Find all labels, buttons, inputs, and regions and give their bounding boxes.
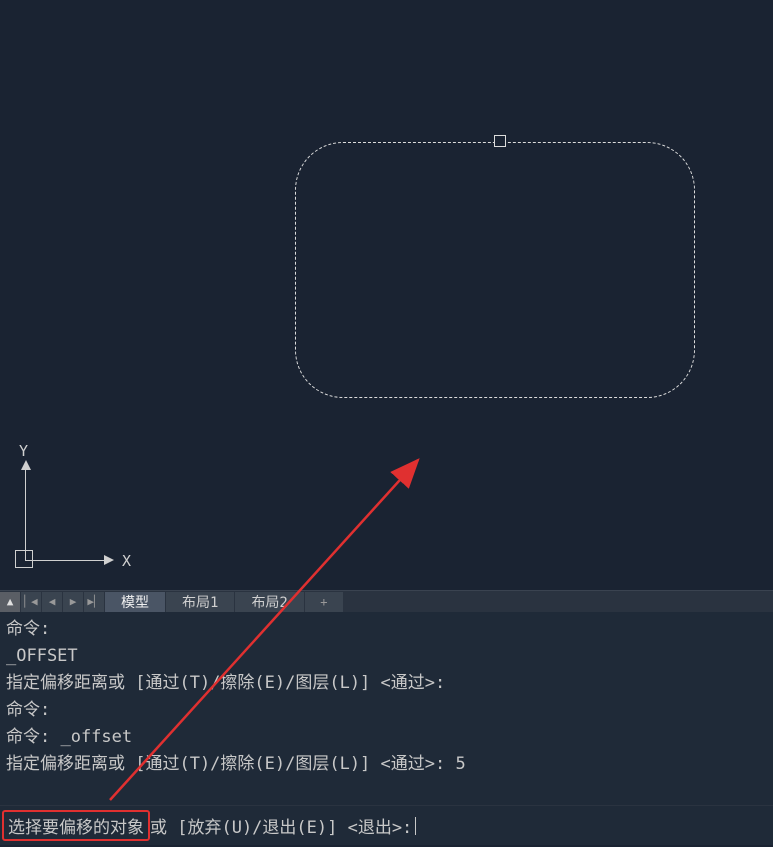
nav-first-button[interactable]: ▏◀	[21, 592, 42, 612]
tab-layout1[interactable]: 布局1	[166, 592, 235, 612]
command-history: 命令: _OFFSET 指定偏移距离或 [通过(T)/擦除(E)/图层(L)] …	[0, 612, 773, 805]
history-line: _OFFSET	[6, 643, 767, 670]
input-cursor-icon	[415, 817, 416, 835]
nav-next-button[interactable]: ▶	[63, 592, 84, 612]
nav-last-button[interactable]: ▶▏	[84, 592, 105, 612]
ucs-y-axis	[25, 465, 26, 560]
ucs-x-arrow-icon	[104, 555, 114, 565]
ucs-y-arrow-icon	[21, 460, 31, 470]
tab-nav-group: ▲ ▏◀ ◀ ▶ ▶▏	[0, 591, 105, 612]
prompt-highlighted: 选择要偏移的对象	[2, 810, 150, 841]
history-line: 命令:	[6, 697, 767, 724]
history-line: 指定偏移距离或 [通过(T)/擦除(E)/图层(L)] <通过>: 5	[6, 751, 767, 778]
selection-handle[interactable]	[494, 135, 506, 147]
history-line: 命令: _offset	[6, 724, 767, 751]
tab-model[interactable]: 模型	[105, 592, 166, 612]
history-line: 命令:	[6, 616, 767, 643]
command-input-area[interactable]: 选择要偏移的对象 或 [放弃(U)/退出(E)] <退出>:	[0, 805, 773, 845]
tab-layout2[interactable]: 布局2	[235, 592, 304, 612]
prompt-rest: 或 [放弃(U)/退出(E)] <退出>:	[150, 813, 412, 838]
ucs-x-label: X	[122, 552, 131, 570]
selected-rectangle[interactable]	[295, 142, 695, 398]
ucs-origin-box	[15, 550, 33, 568]
drawing-canvas[interactable]: Y X	[0, 0, 773, 590]
nav-up-button[interactable]: ▲	[0, 592, 21, 612]
ucs-x-axis	[25, 560, 109, 561]
layout-tab-bar: ▲ ▏◀ ◀ ▶ ▶▏ 模型 布局1 布局2 +	[0, 590, 773, 612]
ucs-y-label: Y	[19, 442, 28, 460]
nav-prev-button[interactable]: ◀	[42, 592, 63, 612]
history-line: 指定偏移距离或 [通过(T)/擦除(E)/图层(L)] <通过>:	[6, 670, 767, 697]
tab-add-button[interactable]: +	[305, 592, 343, 612]
